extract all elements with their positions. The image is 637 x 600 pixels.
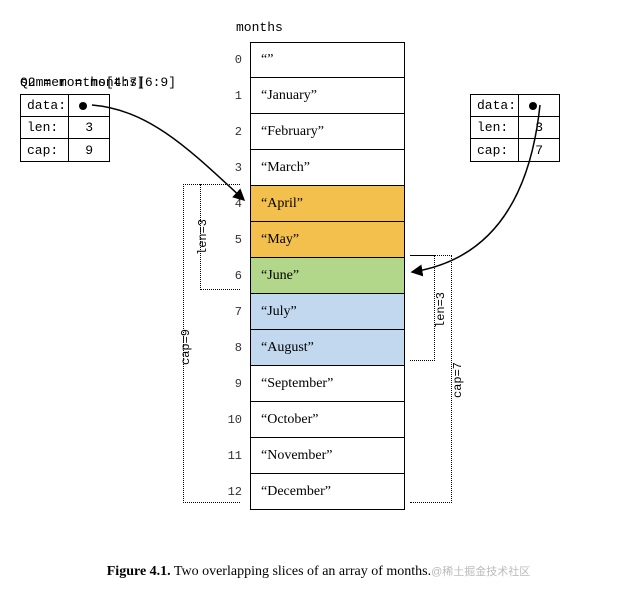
array-index: 12 xyxy=(220,474,250,510)
figure-caption: Figure 4.1. Two overlapping slices of an… xyxy=(20,563,617,580)
array-index: 1 xyxy=(220,78,250,114)
array-cell: “January” xyxy=(250,77,405,114)
array-row: 10“October” xyxy=(220,402,405,438)
q2-cap-label: cap: xyxy=(21,139,69,161)
array-cell: “September” xyxy=(250,365,405,402)
array-row: 8“August” xyxy=(220,330,405,366)
array-cell: “June” xyxy=(250,257,405,294)
summer-cap-label: cap: xyxy=(471,139,519,161)
q2-data-label: data: xyxy=(21,95,69,116)
array-index: 7 xyxy=(220,294,250,330)
array-row: 0“” xyxy=(220,42,405,78)
array-cell: “October” xyxy=(250,401,405,438)
array-index: 5 xyxy=(220,222,250,258)
summer-len-bracket-label: len=3 xyxy=(434,292,448,328)
array-index: 0 xyxy=(220,42,250,78)
array-cell: “April” xyxy=(250,185,405,222)
array-cell: “July” xyxy=(250,293,405,330)
array-row: 7“July” xyxy=(220,294,405,330)
array-index: 2 xyxy=(220,114,250,150)
figure-text: Two overlapping slices of an array of mo… xyxy=(171,564,431,579)
q2-cap-bracket-label: cap=9 xyxy=(179,329,193,365)
figure-number: Figure 4.1. xyxy=(107,564,171,579)
summer-cap-val: 7 xyxy=(519,143,549,158)
array-cell: “March” xyxy=(250,149,405,186)
summer-len-bracket xyxy=(410,255,435,361)
array-row: 4“April” xyxy=(220,186,405,222)
diagram-canvas: months 0“”1“January”2“February”3“March”4… xyxy=(20,20,617,580)
pointer-dot-icon xyxy=(79,102,87,110)
q2-len-bracket-label: len=3 xyxy=(196,219,210,255)
q2-len-val: 3 xyxy=(69,120,99,135)
array-index: 4 xyxy=(220,186,250,222)
pointer-dot-icon xyxy=(529,102,537,110)
array-row: 3“March” xyxy=(220,150,405,186)
array-row: 12“December” xyxy=(220,474,405,510)
array-cell: “May” xyxy=(250,221,405,258)
array-row: 6“June” xyxy=(220,258,405,294)
summer-cap-bracket-label: cap=7 xyxy=(451,362,465,398)
array-cell: “” xyxy=(250,42,405,78)
array-index: 8 xyxy=(220,330,250,366)
array-row: 5“May” xyxy=(220,222,405,258)
summer-data-label: data: xyxy=(471,95,519,116)
array-cell: “February” xyxy=(250,113,405,150)
array-row: 1“January” xyxy=(220,78,405,114)
summer-title: summer = months[6:9] xyxy=(20,75,176,90)
watermark: @稀土掘金技术社区 xyxy=(431,566,530,578)
array-row: 11“November” xyxy=(220,438,405,474)
summer-slice-box: data: len: 3 cap: 7 xyxy=(470,94,560,162)
array-row: 9“September” xyxy=(220,366,405,402)
q2-slice-box: data: len: 3 cap: 9 xyxy=(20,94,110,162)
q2-cap-val: 9 xyxy=(69,143,99,158)
array-index: 11 xyxy=(220,438,250,474)
array-index: 9 xyxy=(220,366,250,402)
array-row: 2“February” xyxy=(220,114,405,150)
array-index: 3 xyxy=(220,150,250,186)
array-index: 6 xyxy=(220,258,250,294)
summer-len-label: len: xyxy=(471,117,519,138)
months-array: 0“”1“January”2“February”3“March”4“April”… xyxy=(220,42,405,510)
array-index: 10 xyxy=(220,402,250,438)
array-cell: “August” xyxy=(250,329,405,366)
q2-len-label: len: xyxy=(21,117,69,138)
summer-len-val: 3 xyxy=(519,120,549,135)
array-cell: “December” xyxy=(250,473,405,510)
array-title: months xyxy=(236,20,283,35)
array-cell: “November” xyxy=(250,437,405,474)
